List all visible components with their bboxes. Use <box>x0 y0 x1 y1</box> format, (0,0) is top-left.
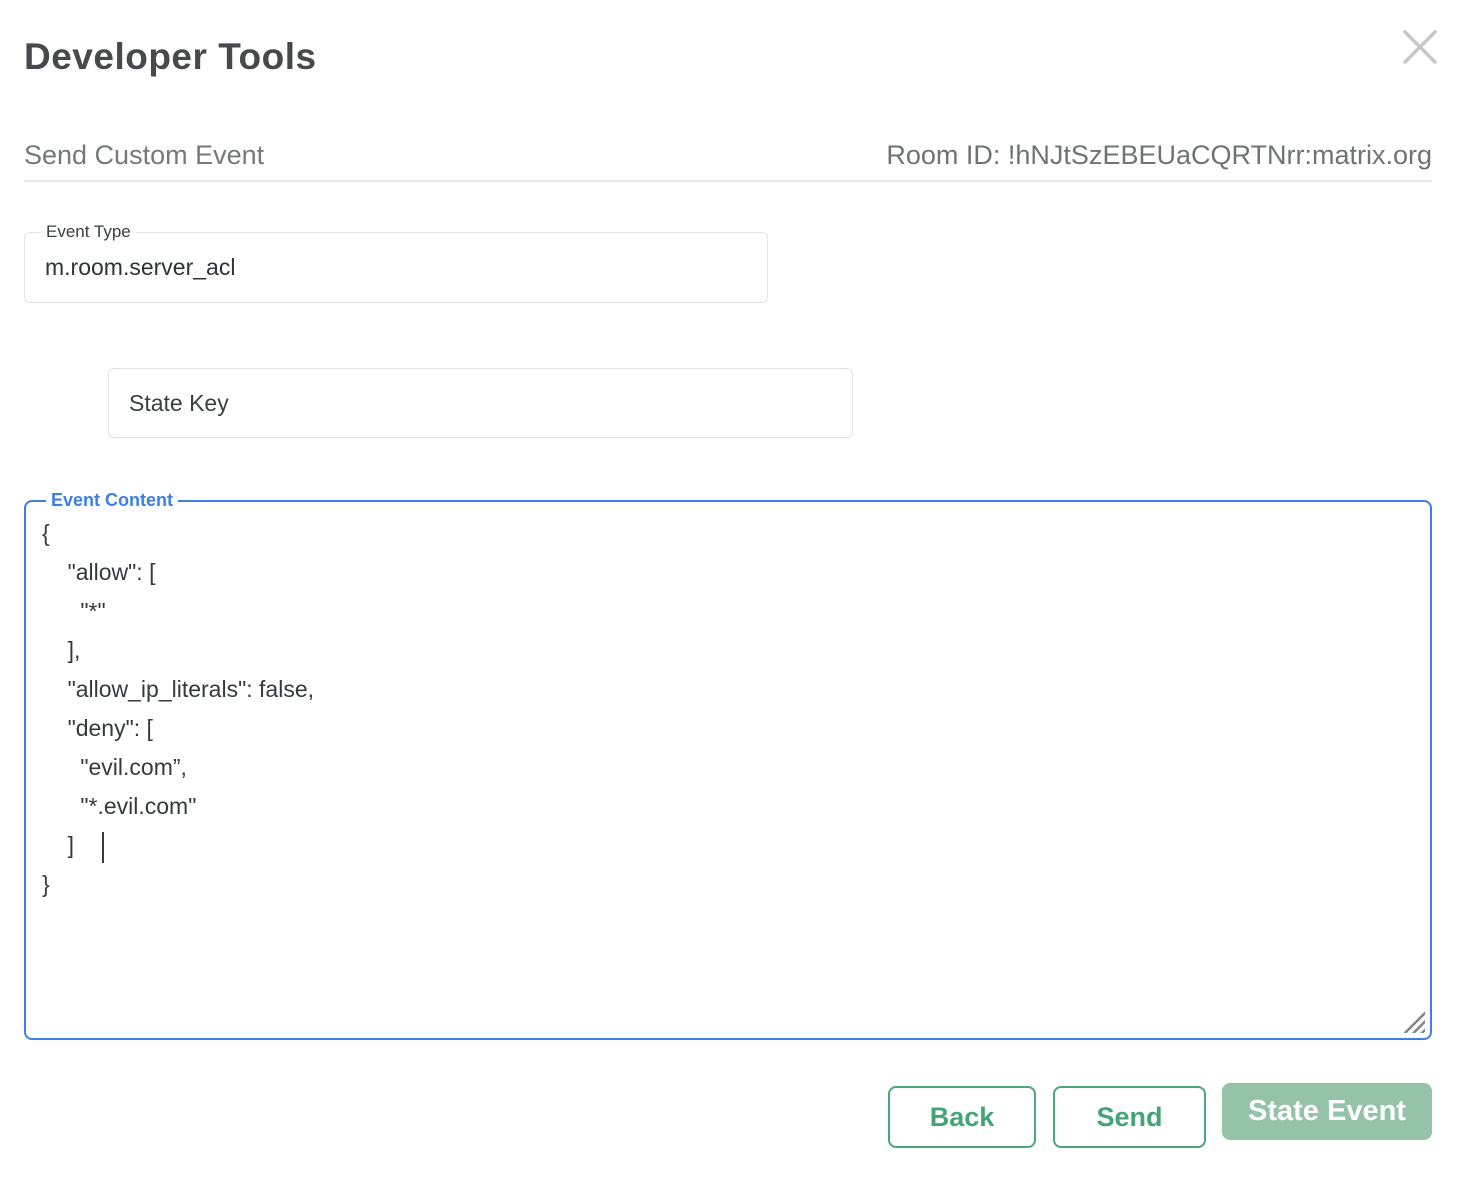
room-id-label: Room ID: !hNJtSzEBEUaCQRTNrr:matrix.org <box>886 140 1432 171</box>
close-x-glyph <box>1401 28 1439 66</box>
text-caret <box>102 832 104 863</box>
send-custom-event-heading: Send Custom Event <box>24 140 264 171</box>
event-content-textarea[interactable]: { "allow": [ "*" ], "allow_ip_literals":… <box>26 502 1430 1038</box>
close-icon[interactable] <box>1400 28 1440 68</box>
event-content-field: Event Content { "allow": [ "*" ], "allow… <box>24 500 1432 1040</box>
send-button[interactable]: Send <box>1053 1086 1206 1148</box>
developer-tools-dialog: Developer Tools Send Custom Event Room I… <box>0 0 1480 1190</box>
event-type-field: Event Type <box>24 232 768 303</box>
state-event-button[interactable]: State Event <box>1222 1083 1432 1140</box>
event-type-input[interactable] <box>45 233 755 302</box>
header-divider <box>24 180 1432 182</box>
dialog-title: Developer Tools <box>24 36 317 78</box>
subheader: Send Custom Event Room ID: !hNJtSzEBEUaC… <box>24 138 1432 180</box>
state-key-field <box>108 368 853 438</box>
state-key-input[interactable] <box>129 369 840 437</box>
back-button[interactable]: Back <box>888 1086 1036 1148</box>
